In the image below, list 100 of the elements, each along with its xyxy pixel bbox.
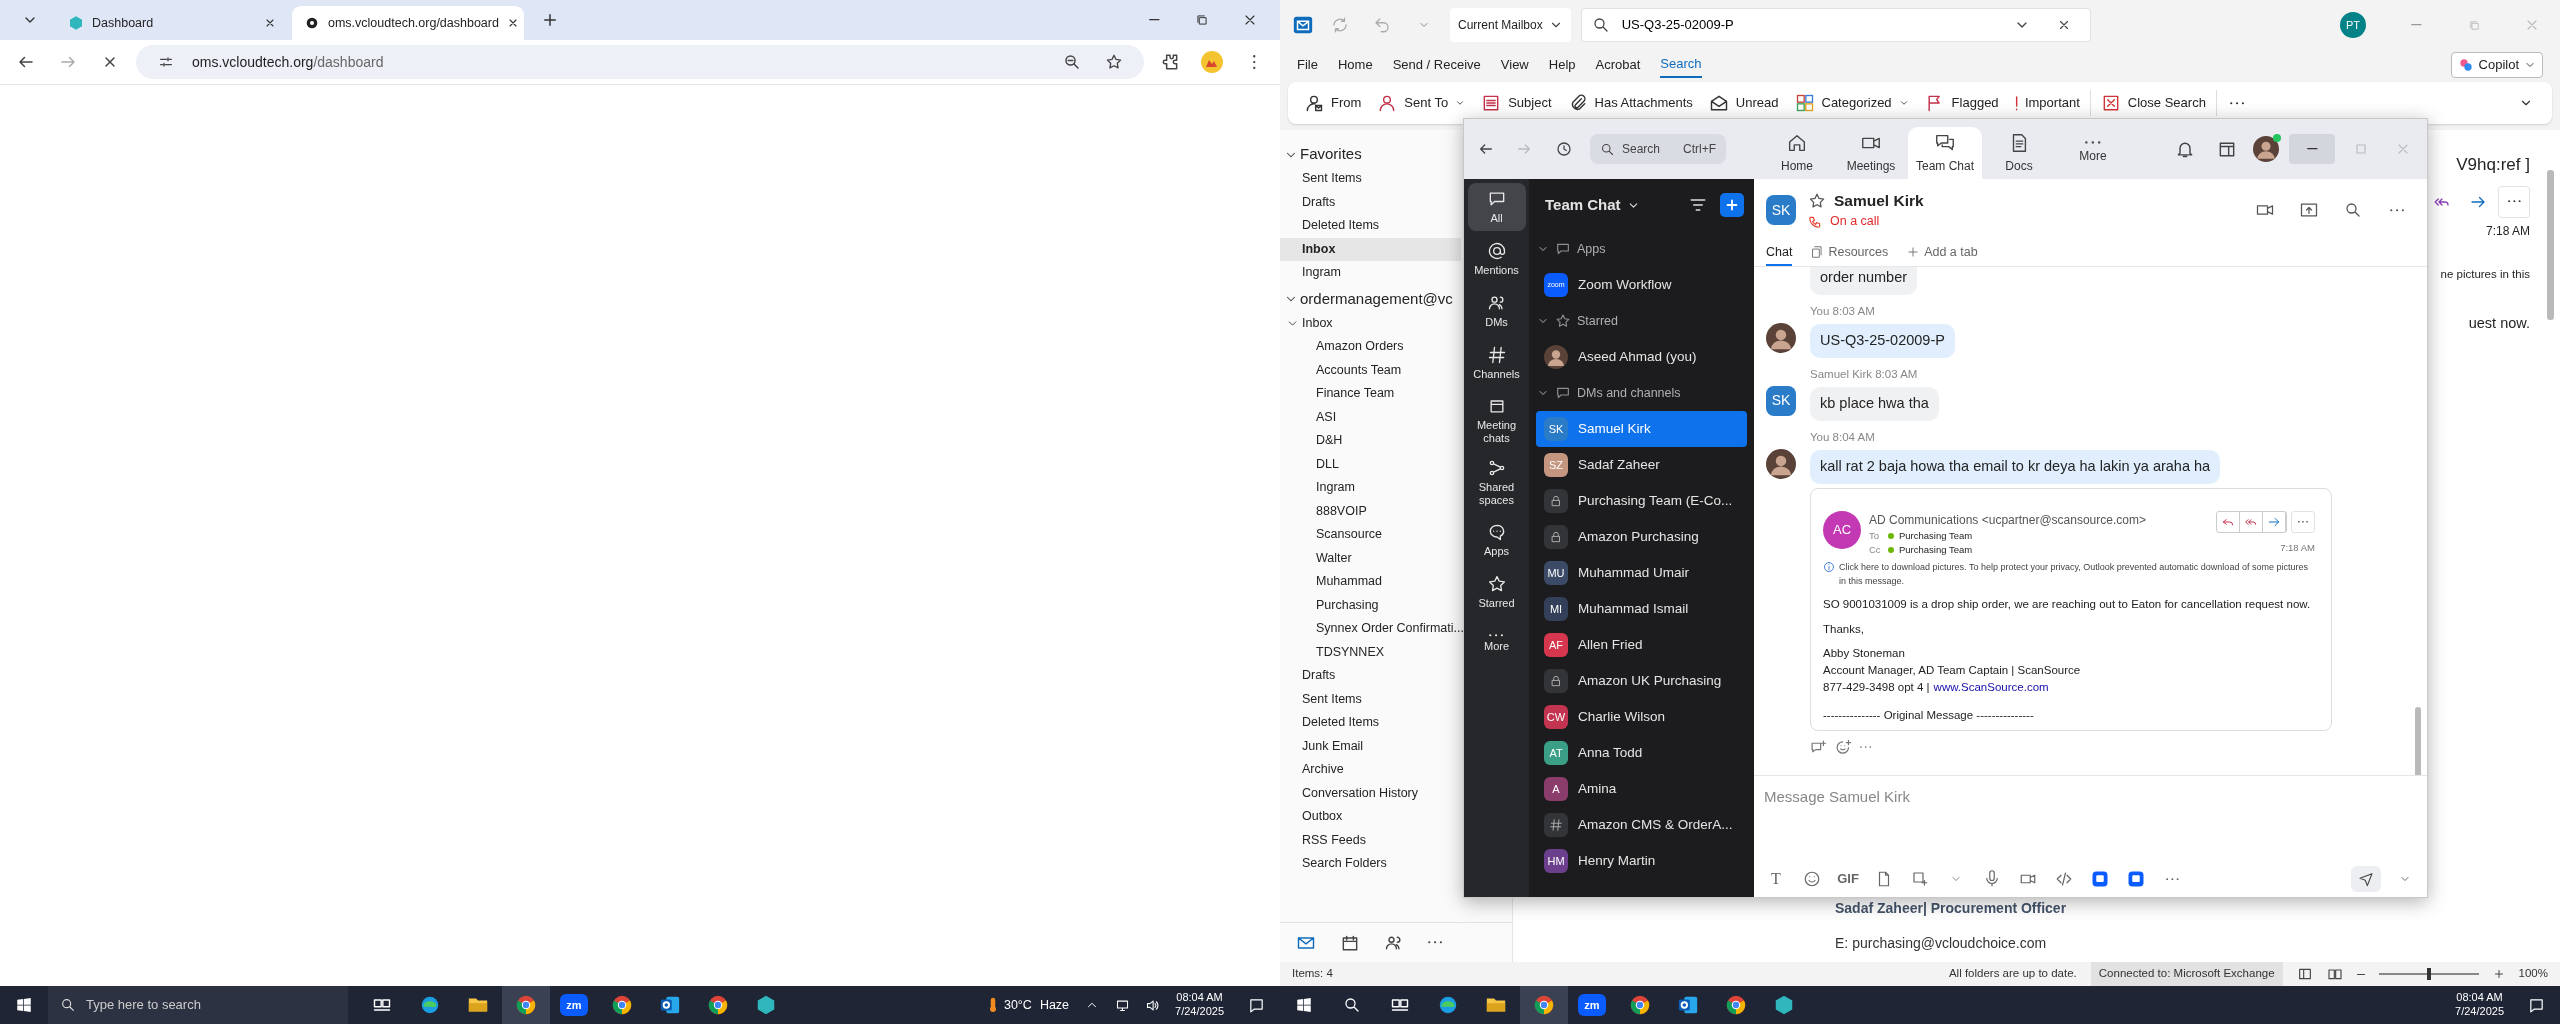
folder-item[interactable]: Ingram bbox=[1280, 261, 1461, 285]
weather-button[interactable]: 30°C Haze bbox=[981, 986, 1078, 1024]
folder-item[interactable]: Deleted Items bbox=[1280, 214, 1461, 238]
folder-item[interactable]: Purchasing bbox=[1280, 593, 1461, 617]
ribbon-button[interactable]: Close Search bbox=[2094, 87, 2212, 119]
menu-tab[interactable]: File bbox=[1297, 52, 1318, 78]
folder-item[interactable]: Accounts Team bbox=[1280, 358, 1461, 382]
folder-item[interactable]: Inbox bbox=[1280, 237, 1461, 261]
folder-item[interactable]: Scansource bbox=[1280, 523, 1461, 547]
chat-list-item[interactable]: A Amina bbox=[1536, 771, 1747, 807]
folder-item[interactable]: Synnex Order Confirmati... bbox=[1280, 617, 1461, 641]
sidebar-tab[interactable]: Meeting chats bbox=[1467, 391, 1526, 450]
format-button[interactable]: T bbox=[1764, 866, 1788, 892]
folder-item[interactable]: Drafts bbox=[1280, 190, 1461, 214]
sidebar-tab[interactable]: Channels bbox=[1467, 339, 1526, 387]
folder-item[interactable]: Ingram bbox=[1280, 476, 1461, 500]
copilot-button[interactable]: Copilot bbox=[2450, 52, 2543, 78]
folder-item[interactable]: Archive bbox=[1280, 758, 1461, 782]
sidebar-tab[interactable]: Apps bbox=[1467, 515, 1526, 564]
clock-button[interactable]: 08:04 AM 7/24/2025 bbox=[1167, 986, 1232, 1024]
website-link[interactable]: www.ScanSource.com bbox=[1933, 679, 2049, 697]
ribbon-button[interactable]: Categorized bbox=[1788, 87, 1915, 119]
nav-tab[interactable]: Docs bbox=[1982, 127, 2056, 179]
nav-tab[interactable]: More bbox=[2056, 127, 2130, 179]
chat-tab[interactable]: Chat bbox=[1766, 240, 1793, 266]
folder-item[interactable]: D&H bbox=[1280, 429, 1461, 453]
ribbon-button[interactable]: From bbox=[1298, 87, 1368, 119]
folder-item[interactable]: Conversation History bbox=[1280, 781, 1461, 805]
taskbar-search-field[interactable]: Type here to search bbox=[48, 986, 348, 1024]
folder-item[interactable]: Muhammad bbox=[1280, 570, 1461, 594]
chat-list-item[interactable]: AT Anna Todd bbox=[1536, 735, 1747, 771]
browser-tab[interactable]: oms.vcloudtech.org/dashboard bbox=[292, 6, 524, 40]
folder-item[interactable]: Sent Items bbox=[1280, 167, 1461, 191]
chat-list-item[interactable]: AF Allen Fried bbox=[1536, 627, 1747, 663]
folder-item[interactable]: Search Folders bbox=[1280, 852, 1461, 876]
chat-list-item[interactable]: SK Samuel Kirk bbox=[1536, 411, 1747, 447]
chat-list-item[interactable]: CW Charlie Wilson bbox=[1536, 699, 1747, 735]
folder-item[interactable]: Drafts bbox=[1280, 664, 1461, 688]
ribbon-button[interactable]: Has Attachments bbox=[1561, 87, 1699, 119]
gif-button[interactable]: GIF bbox=[1836, 866, 1860, 892]
sidebar-tab[interactable]: More bbox=[1467, 619, 1526, 668]
menu-tab[interactable]: View bbox=[1500, 52, 1529, 78]
folder-item[interactable]: ASI bbox=[1280, 405, 1461, 429]
folder-item[interactable]: Amazon Orders bbox=[1280, 335, 1461, 359]
nav-tab[interactable]: Home bbox=[1760, 127, 1834, 179]
download-notice[interactable]: Click here to download pictures. To help protect your privacy, Outlook prevented automatic download of some pictures in this message. bbox=[1839, 561, 2315, 589]
chat-list-item[interactable]: MI Muhammad Ismail bbox=[1536, 591, 1747, 627]
sidebar-tab[interactable]: Shared spaces bbox=[1467, 453, 1526, 512]
folder-item[interactable]: 888VOIP bbox=[1280, 499, 1461, 523]
folder-item[interactable]: Deleted Items bbox=[1280, 711, 1461, 735]
folder-item[interactable]: TDSYNNEX bbox=[1280, 640, 1461, 664]
chat-list-item[interactable]: HM Henry Martin bbox=[1536, 843, 1747, 879]
taskbar-button[interactable]: zm bbox=[550, 986, 598, 1024]
chat-list-item[interactable]: Purchasing Team (E-Co... bbox=[1536, 483, 1747, 519]
menu-tab[interactable]: Help bbox=[1548, 52, 1576, 78]
folder-item[interactable]: Outbox bbox=[1280, 805, 1461, 829]
folder-item[interactable]: Inbox bbox=[1280, 311, 1461, 335]
ribbon-button[interactable]: Flagged bbox=[1918, 87, 2005, 119]
ribbon-button[interactable]: Sent To bbox=[1371, 87, 1472, 119]
chat-list-item[interactable]: MU Muhammad Umair bbox=[1536, 555, 1747, 591]
folder-group-header[interactable]: ordermanagement@vc bbox=[1280, 286, 1461, 312]
sidebar-tab[interactable]: Starred bbox=[1467, 567, 1526, 616]
chat-list-item[interactable]: Amazon UK Purchasing bbox=[1536, 663, 1747, 699]
folder-group-header[interactable]: Favorites bbox=[1280, 142, 1461, 167]
folder-item[interactable]: Walter bbox=[1280, 546, 1461, 570]
browser-tab[interactable]: Dashboard bbox=[56, 6, 288, 40]
ribbon-button[interactable]: Unread bbox=[1702, 87, 1785, 119]
search-field[interactable]: US-Q3-25-02009-P bbox=[1580, 8, 2091, 42]
folder-item[interactable]: Junk Email bbox=[1280, 734, 1461, 758]
address-bar[interactable]: oms.vcloudtech.org/dashboard bbox=[136, 45, 1144, 79]
email-link[interactable]: purchasing@vcloudchoice.com bbox=[1852, 933, 2047, 954]
clock-button[interactable]: 08:04 AM 7/24/2025 bbox=[2447, 986, 2512, 1024]
chat-tab[interactable]: Resources bbox=[1810, 240, 1889, 266]
nav-tab[interactable]: Team Chat bbox=[1908, 127, 1982, 179]
nav-tab[interactable]: Meetings bbox=[1834, 127, 1908, 179]
taskbar-button[interactable]: zm bbox=[1568, 986, 1616, 1024]
menu-tab[interactable]: Search bbox=[1660, 52, 1702, 78]
mailbox-scope-dropdown[interactable]: Current Mailbox bbox=[1450, 8, 1571, 42]
search-field[interactable]: Search Ctrl+F bbox=[1590, 134, 1726, 164]
chat-list-item[interactable]: Amazon Purchasing bbox=[1536, 519, 1747, 555]
menu-tab[interactable]: Home bbox=[1337, 52, 1373, 78]
account-avatar[interactable]: PT bbox=[2340, 12, 2366, 38]
folder-item[interactable]: DLL bbox=[1280, 452, 1461, 476]
chat-tab[interactable]: Add a tab bbox=[1906, 240, 1978, 266]
section-header[interactable]: Starred bbox=[1529, 303, 1754, 339]
ribbon-button[interactable]: Subject bbox=[1475, 87, 1558, 119]
chat-list-item[interactable]: SZ Sadaf Zaheer bbox=[1536, 447, 1747, 483]
section-header[interactable]: Apps bbox=[1529, 231, 1754, 267]
folder-item[interactable]: RSS Feeds bbox=[1280, 828, 1461, 852]
folder-item[interactable]: Finance Team bbox=[1280, 382, 1461, 406]
menu-tab[interactable]: Acrobat bbox=[1595, 52, 1641, 78]
sidebar-tab[interactable]: Mentions bbox=[1467, 235, 1526, 283]
sidebar-tab[interactable]: All bbox=[1467, 183, 1526, 231]
search-input[interactable]: US-Q3-25-02009-P bbox=[1619, 14, 1996, 36]
folder-item[interactable]: Sent Items bbox=[1280, 687, 1461, 711]
section-header[interactable]: DMs and channels bbox=[1529, 375, 1754, 411]
sidebar-tab[interactable]: DMs bbox=[1467, 287, 1526, 335]
chat-list-item[interactable]: Aseed Ahmad (you) bbox=[1536, 339, 1747, 375]
menu-tab[interactable]: Send / Receive bbox=[1392, 52, 1481, 78]
chat-list-item[interactable]: Amazon CMS & OrderA... bbox=[1536, 807, 1747, 843]
